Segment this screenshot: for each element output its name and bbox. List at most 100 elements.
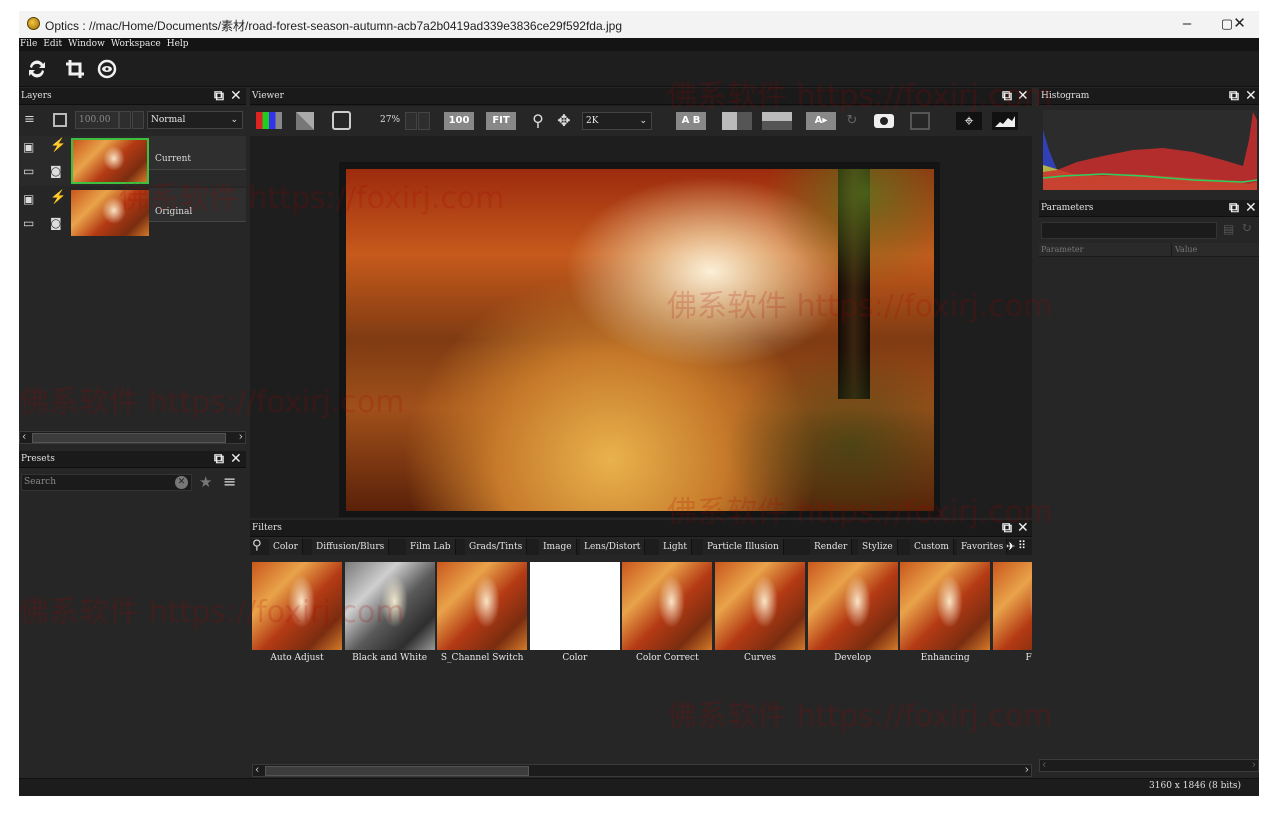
- zoom-search-icon[interactable]: ⚲: [528, 112, 548, 130]
- zoom-stepper[interactable]: [405, 112, 417, 130]
- chevron-right-icon[interactable]: ›: [239, 430, 243, 443]
- presets-search-input[interactable]: Search: [21, 474, 192, 491]
- clear-search-icon[interactable]: ✕: [175, 476, 188, 489]
- mask-small-icon[interactable]: ◙: [50, 164, 62, 178]
- filter-thumbnail[interactable]: [715, 562, 805, 650]
- checker-icon[interactable]: [296, 112, 314, 130]
- rgb-channels-icon[interactable]: [256, 112, 282, 129]
- close-icon[interactable]: ✕: [1245, 200, 1257, 217]
- filter-item[interactable]: Color Correct: [622, 562, 713, 674]
- reset-icon[interactable]: ↻: [1241, 221, 1252, 236]
- chevron-right-icon[interactable]: ›: [1025, 763, 1029, 776]
- layer-row-original[interactable]: ▣ ⚡ ▭ ◙ Original: [19, 188, 246, 238]
- menu-file[interactable]: File: [20, 39, 37, 49]
- split-vertical-icon[interactable]: [722, 112, 752, 130]
- filter-item[interactable]: Curves: [715, 562, 805, 674]
- filter-thumbnail[interactable]: [344, 562, 435, 650]
- filter-item[interactable]: Black and White: [344, 562, 435, 674]
- filter-item[interactable]: Auto Adjust: [252, 562, 342, 674]
- chevron-left-icon[interactable]: ‹: [255, 763, 259, 776]
- scroll-thumb[interactable]: [32, 433, 226, 443]
- filter-thumbnail[interactable]: [992, 562, 1032, 650]
- close-icon[interactable]: ✕: [1017, 88, 1029, 105]
- undock-icon[interactable]: ⧉: [1229, 88, 1239, 105]
- filter-thumbnail[interactable]: [622, 562, 713, 650]
- filter-item[interactable]: Color: [529, 562, 620, 674]
- sync-icon[interactable]: ↻: [844, 112, 860, 130]
- split-horizontal-icon[interactable]: [762, 112, 792, 130]
- mask-small-icon[interactable]: ◙: [50, 216, 62, 230]
- layers-scrollbar[interactable]: ‹ ›: [19, 430, 246, 444]
- menu-help[interactable]: Help: [167, 39, 189, 49]
- resolution-select[interactable]: 2K ⌄: [582, 112, 652, 130]
- menu-edit[interactable]: Edit: [43, 39, 62, 49]
- zoom-100-button[interactable]: 100: [444, 112, 474, 130]
- opacity-stepper[interactable]: [119, 111, 131, 129]
- presets-title: Presets: [21, 454, 55, 464]
- ab-compare-button[interactable]: A B: [676, 112, 706, 130]
- filter-thumbnail[interactable]: [437, 562, 528, 650]
- frame-icon[interactable]: [332, 111, 351, 130]
- crosshair-icon[interactable]: ⌖: [956, 112, 982, 130]
- presets-header: Presets ⧉ ✕: [19, 451, 246, 468]
- chevron-left-icon[interactable]: ‹: [1042, 758, 1046, 771]
- menu-window[interactable]: Window: [68, 39, 105, 49]
- lightning-icon[interactable]: ⚡: [50, 138, 66, 153]
- lightning-icon[interactable]: ⚡: [50, 190, 66, 205]
- undock-icon[interactable]: ⧉: [214, 451, 224, 468]
- undock-icon[interactable]: ⧉: [214, 88, 224, 105]
- layer-edit-icon[interactable]: ▣: [23, 192, 34, 206]
- close-button[interactable]: ✕: [1220, 13, 1259, 35]
- filter-label: Auto Adjust: [270, 653, 324, 663]
- monitor-icon[interactable]: ▭: [23, 216, 34, 230]
- blend-mode-select[interactable]: Normal ⌄: [147, 111, 243, 129]
- close-icon[interactable]: ✕: [230, 88, 242, 105]
- filters-scrollbar[interactable]: ‹ ›: [252, 763, 1032, 777]
- filter-thumbnail[interactable]: [900, 562, 991, 650]
- layer-row-current[interactable]: ▣ ⚡ ▭ ◙ Current: [19, 136, 246, 186]
- layer-thumbnail-original[interactable]: [71, 190, 149, 236]
- save-icon[interactable]: ▤: [1223, 222, 1234, 236]
- opacity-input[interactable]: 100.00: [75, 111, 119, 129]
- opacity-reset-icon[interactable]: [132, 111, 144, 129]
- filter-thumbnail[interactable]: [529, 562, 620, 650]
- minimize-button[interactable]: –: [1167, 13, 1207, 35]
- filter-thumbnail[interactable]: [252, 562, 342, 650]
- filter-label: Develop: [834, 653, 872, 663]
- histogram-toggle-icon[interactable]: [992, 112, 1018, 130]
- title-bar: Optics : //mac/Home/Documents/素材/road-fo…: [19, 11, 1259, 38]
- parameters-filter-input[interactable]: [1041, 222, 1217, 239]
- layer-edit-icon[interactable]: ▣: [23, 140, 34, 154]
- pan-icon[interactable]: ✥: [554, 112, 574, 130]
- menu-workspace[interactable]: Workspace: [111, 39, 161, 49]
- scroll-thumb[interactable]: [265, 766, 529, 776]
- parameters-scrollbar[interactable]: ‹ ›: [1039, 758, 1259, 772]
- chevron-right-icon[interactable]: ›: [1252, 758, 1256, 771]
- layer-thumbnail-current[interactable]: [71, 138, 149, 184]
- mask-icon[interactable]: [53, 113, 67, 127]
- camera-icon[interactable]: [874, 114, 894, 128]
- a-view-button[interactable]: A▸: [806, 112, 836, 130]
- rotate-view-icon[interactable]: [95, 58, 119, 80]
- chevron-left-icon[interactable]: ‹: [22, 430, 26, 443]
- filter-item[interactable]: Fluor: [992, 562, 1032, 674]
- menu-icon[interactable]: ≡: [223, 472, 236, 491]
- crop-icon[interactable]: [63, 58, 87, 80]
- close-icon[interactable]: ✕: [1245, 88, 1257, 105]
- close-icon[interactable]: ✕: [230, 451, 242, 468]
- filter-item[interactable]: Develop: [807, 562, 898, 674]
- zoom-reset-icon[interactable]: [418, 112, 430, 130]
- undock-icon[interactable]: ⧉: [1002, 88, 1012, 105]
- viewer-image[interactable]: [346, 169, 934, 511]
- monitor-icon[interactable]: ▭: [23, 164, 34, 178]
- layer-label-original: Original: [155, 207, 193, 217]
- snapshot-icon[interactable]: [910, 112, 930, 130]
- filter-item[interactable]: S_Channel Switch: [437, 562, 528, 674]
- star-icon[interactable]: ★: [199, 473, 212, 491]
- filter-item[interactable]: Enhancing: [900, 562, 991, 674]
- fit-button[interactable]: FIT: [486, 112, 516, 130]
- refresh-icon[interactable]: [25, 58, 49, 80]
- layer-stack-icon[interactable]: ≡: [24, 113, 38, 127]
- filter-thumbnail[interactable]: [807, 562, 898, 650]
- undock-icon[interactable]: ⧉: [1229, 200, 1239, 217]
